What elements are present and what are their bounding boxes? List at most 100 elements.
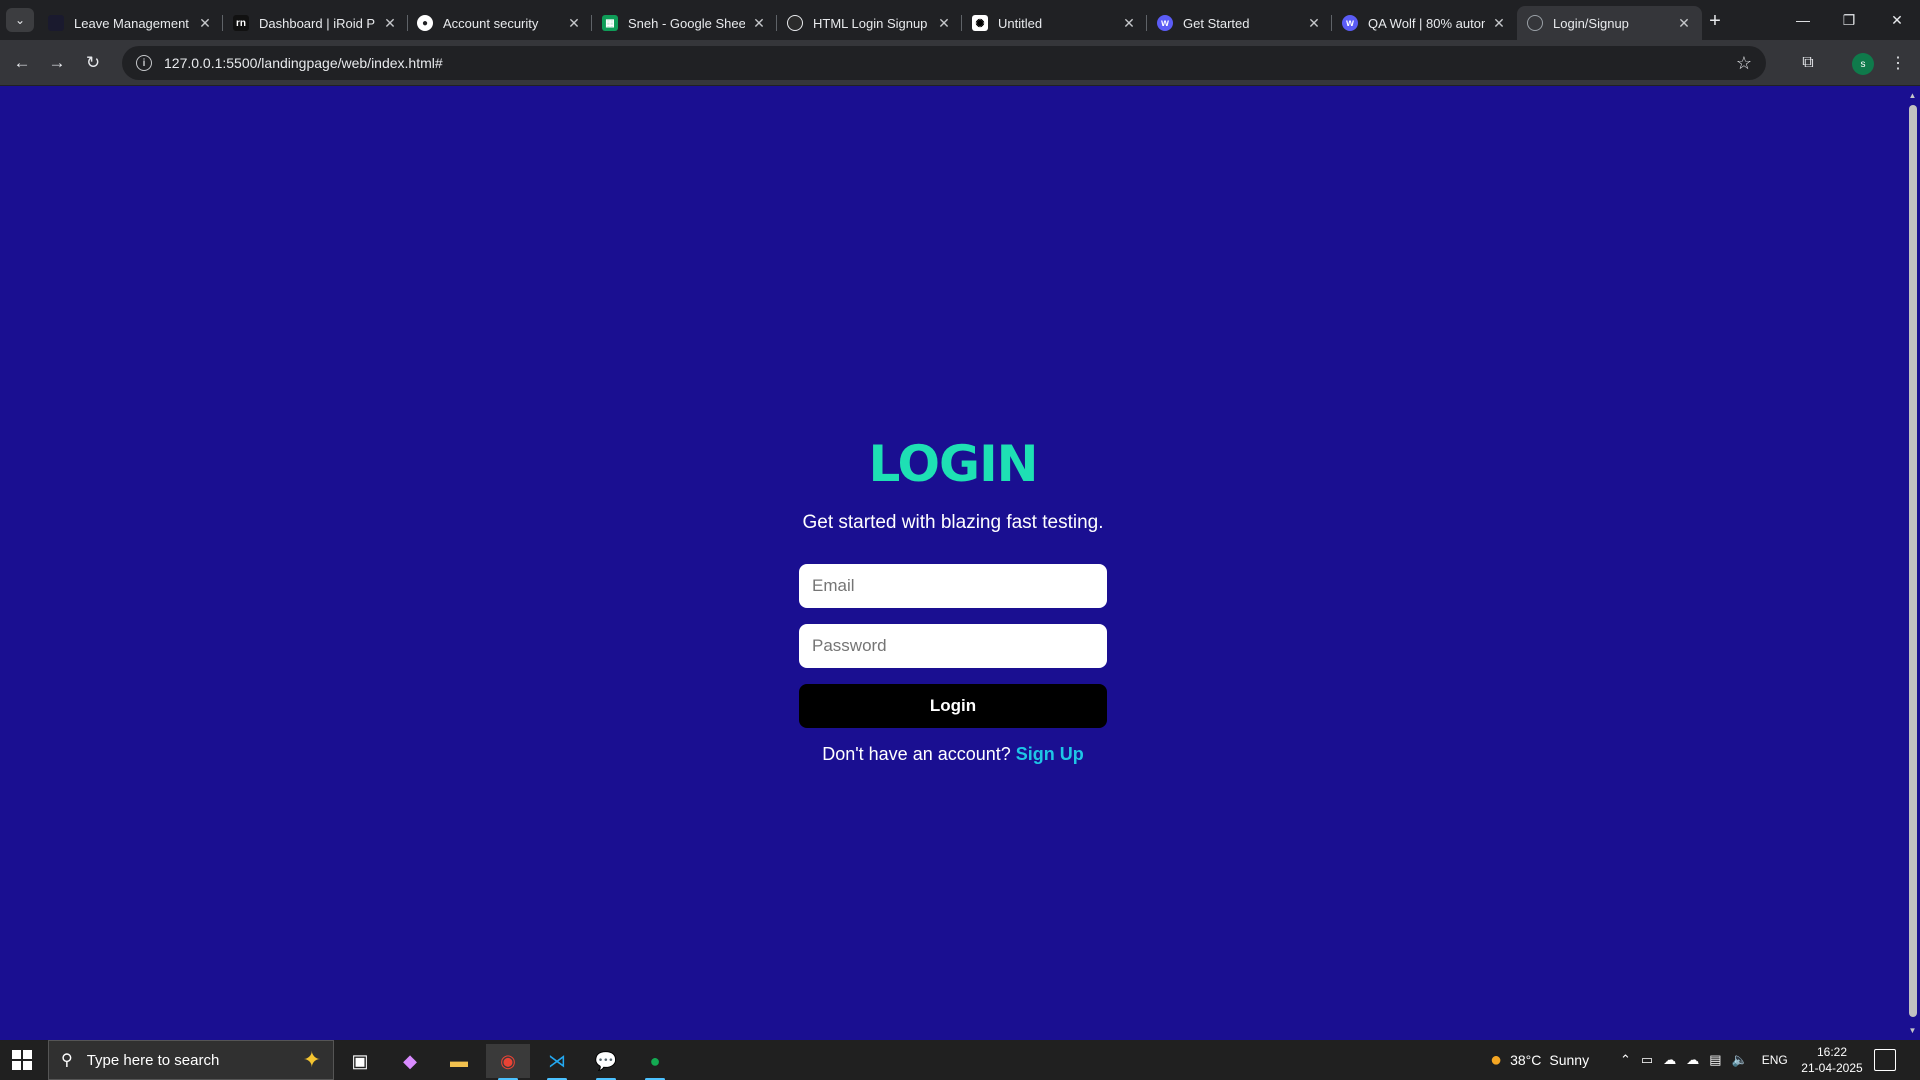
- task-view-button[interactable]: ▣: [338, 1044, 382, 1078]
- tab-qa-wolf[interactable]: w QA Wolf | 80% autom ✕: [1332, 6, 1517, 40]
- chevron-up-icon[interactable]: ⌃: [1620, 1052, 1631, 1068]
- cloud-off-icon[interactable]: ☁: [1663, 1052, 1676, 1068]
- leave-management-favicon: [48, 15, 64, 31]
- close-icon[interactable]: ✕: [751, 15, 767, 32]
- page-scrollbar[interactable]: ▲ ▼: [1905, 87, 1920, 1039]
- copilot-icon: ◆: [403, 1050, 417, 1071]
- start-button[interactable]: [12, 1050, 32, 1070]
- tab-strip: ⌄ Leave Management ✕ rn Dashboard | iRoi…: [0, 0, 1920, 40]
- weather-widget[interactable]: ● 38°C Sunny: [1490, 1040, 1589, 1080]
- taskbar-clock[interactable]: 16:22 21-04-2025: [1796, 1044, 1868, 1076]
- close-icon[interactable]: ✕: [936, 15, 952, 32]
- address-bar[interactable]: i 127.0.0.1:5500/landingpage/web/index.h…: [122, 46, 1766, 80]
- tab-title: HTML Login Signup C: [813, 15, 930, 31]
- chrome-button[interactable]: ◉: [486, 1044, 530, 1080]
- tab-untitled[interactable]: ✺ Untitled ✕: [962, 6, 1147, 40]
- close-icon[interactable]: ✕: [1121, 15, 1137, 32]
- signup-prompt: Don't have an account?: [822, 744, 1011, 764]
- tab-get-started[interactable]: w Get Started ✕: [1147, 6, 1332, 40]
- tab-google-sheets[interactable]: ▦ Sneh - Google Sheets ✕: [592, 6, 777, 40]
- sparkle-icon: ✦: [302, 1047, 321, 1072]
- password-field[interactable]: [799, 624, 1107, 668]
- file-explorer-button[interactable]: ▬: [437, 1044, 481, 1078]
- chat-app-button[interactable]: 💬: [584, 1044, 628, 1080]
- clock-time: 16:22: [1816, 1045, 1848, 1059]
- leaf-icon: ●: [649, 1050, 661, 1071]
- signup-prompt-line: Don't have an account? Sign Up: [799, 744, 1107, 765]
- reload-icon: ↻: [85, 53, 101, 72]
- tab-login-signup[interactable]: Login/Signup ✕: [1517, 6, 1702, 40]
- email-field[interactable]: [799, 564, 1107, 608]
- taskbar-search[interactable]: ⚲ Type here to search ✦: [48, 1040, 334, 1080]
- restore-icon: ❐: [1842, 11, 1856, 28]
- tab-account-security[interactable]: ● Account security ✕: [407, 6, 592, 40]
- tab-html-login-signup[interactable]: HTML Login Signup C ✕: [777, 6, 962, 40]
- puzzle-icon: ⧉: [1802, 54, 1814, 71]
- scroll-down-icon[interactable]: ▼: [1908, 1026, 1917, 1035]
- scrollbar-thumb[interactable]: [1909, 105, 1917, 1017]
- tab-title: Account security: [443, 15, 539, 31]
- extensions-button[interactable]: ⧉: [1794, 49, 1822, 77]
- site-info-icon[interactable]: i: [136, 55, 152, 71]
- reload-button[interactable]: ↻: [79, 49, 107, 77]
- network-icon[interactable]: ▤: [1709, 1052, 1721, 1068]
- clock-date: 21-04-2025: [1801, 1061, 1863, 1075]
- tab-dashboard-iroid[interactable]: rn Dashboard | iRoid PM ✕: [223, 6, 408, 40]
- language-indicator[interactable]: ENG: [1762, 1053, 1788, 1067]
- tab-search-button[interactable]: ⌄: [6, 8, 34, 32]
- search-placeholder: Type here to search: [86, 1051, 220, 1069]
- menu-button[interactable]: ⋮: [1884, 49, 1912, 77]
- mongodb-compass-button[interactable]: ●: [633, 1044, 677, 1080]
- meet-icon[interactable]: ▭: [1641, 1052, 1653, 1068]
- vscode-icon: ⋊: [548, 1050, 566, 1071]
- plus-icon: +: [1709, 9, 1721, 32]
- tagline: Get started with blazing fast testing.: [802, 512, 1104, 533]
- windows-logo-icon: [12, 1050, 21, 1059]
- signup-link[interactable]: Sign Up: [1016, 744, 1084, 764]
- tab-leave-management[interactable]: Leave Management ✕: [38, 6, 223, 40]
- github-icon: ●: [417, 15, 433, 31]
- url-text[interactable]: 127.0.0.1:5500/landingpage/web/index.htm…: [164, 55, 443, 71]
- close-icon[interactable]: ✕: [566, 15, 582, 32]
- onedrive-icon[interactable]: ☁: [1686, 1052, 1699, 1068]
- forward-button[interactable]: →: [43, 49, 71, 77]
- minimize-button[interactable]: —: [1780, 0, 1826, 40]
- chrome-icon: ◉: [500, 1050, 516, 1071]
- tab-title: Dashboard | iRoid PM: [259, 15, 376, 31]
- profile-avatar[interactable]: s: [1852, 53, 1874, 75]
- tab-title: Untitled: [998, 15, 1043, 31]
- weather-text: Sunny: [1549, 1052, 1590, 1068]
- vscode-button[interactable]: ⋊: [535, 1044, 579, 1080]
- minimize-icon: —: [1796, 12, 1810, 28]
- login-button[interactable]: Login: [799, 684, 1107, 728]
- close-icon[interactable]: ✕: [1306, 15, 1322, 32]
- windows-taskbar: ⚲ Type here to search ✦ ▣ ◆ ▬ ◉ ⋊ 💬 ● ● …: [0, 1040, 1920, 1080]
- scroll-up-icon[interactable]: ▲: [1908, 91, 1917, 100]
- login-form: LOGIN Get started with blazing fast test…: [799, 428, 1107, 765]
- task-view-icon: ▣: [351, 1050, 369, 1071]
- restore-button[interactable]: ❐: [1826, 0, 1872, 40]
- browser-toolbar: ← → ↻ i 127.0.0.1:5500/landingpage/web/i…: [0, 40, 1920, 86]
- close-icon[interactable]: ✕: [1676, 15, 1692, 32]
- close-icon[interactable]: ✕: [1491, 15, 1507, 32]
- chatgpt-icon: ✺: [972, 15, 988, 31]
- arrow-left-icon: ←: [13, 53, 31, 72]
- iroid-favicon: rn: [233, 15, 249, 31]
- close-icon: ✕: [1891, 11, 1903, 28]
- google-sheets-icon: ▦: [602, 15, 618, 31]
- notification-icon[interactable]: [1874, 1049, 1896, 1071]
- copilot-button[interactable]: ◆: [388, 1044, 432, 1078]
- close-window-button[interactable]: ✕: [1874, 0, 1920, 40]
- qa-wolf-icon: w: [1342, 15, 1358, 31]
- volume-icon[interactable]: 🔈: [1732, 1052, 1748, 1068]
- back-button[interactable]: ←: [8, 49, 36, 77]
- folder-icon: ▬: [450, 1050, 468, 1071]
- kebab-menu-icon: ⋮: [1890, 55, 1906, 72]
- bookmark-star-icon[interactable]: ☆: [1736, 53, 1752, 74]
- tab-title: Leave Management: [74, 15, 189, 31]
- tab-title: Sneh - Google Sheets: [628, 15, 745, 31]
- close-icon[interactable]: ✕: [382, 15, 398, 32]
- new-tab-button[interactable]: +: [1702, 8, 1728, 34]
- login-heading: LOGIN: [868, 435, 1038, 493]
- close-icon[interactable]: ✕: [197, 15, 213, 32]
